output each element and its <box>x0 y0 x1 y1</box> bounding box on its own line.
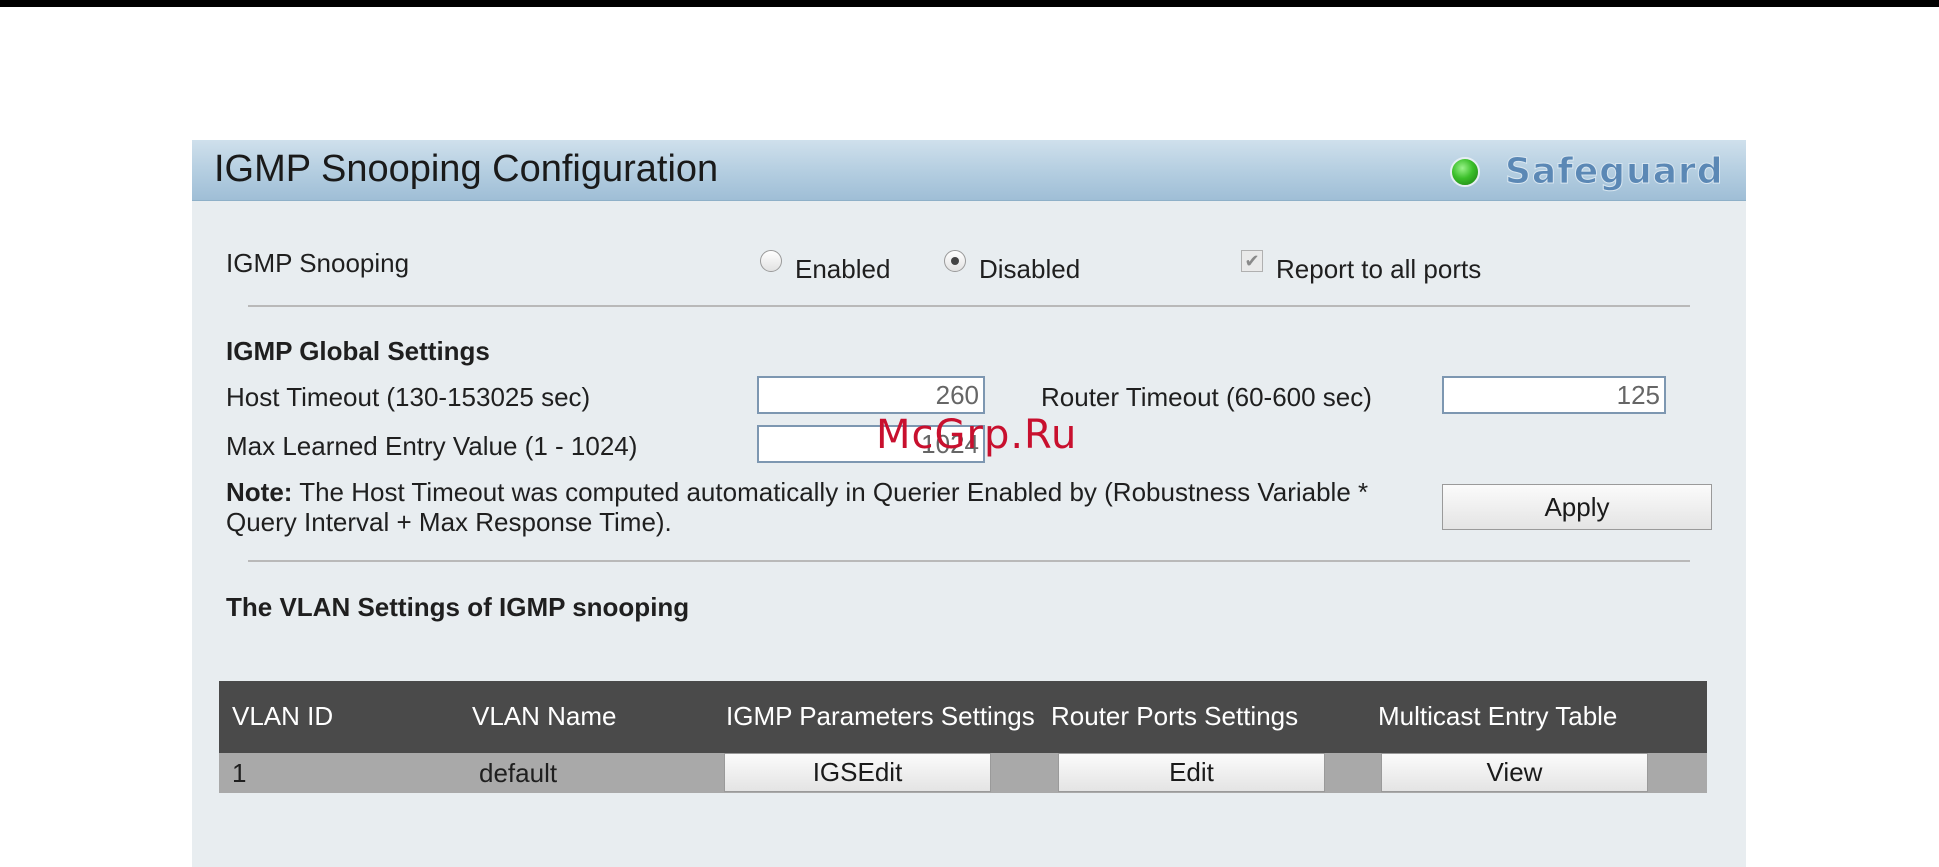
enabled-label: Enabled <box>795 254 891 284</box>
divider <box>248 560 1690 562</box>
router-timeout-label: Router Timeout (60-600 sec) <box>1041 382 1372 412</box>
page-title: IGMP Snooping Configuration <box>214 148 719 190</box>
table-header: VLAN ID VLAN Name IGMP Parameters Settin… <box>219 681 1707 753</box>
title-bar: IGMP Snooping Configuration Safeguard <box>192 140 1746 201</box>
safeguard-label: Safeguard <box>1505 151 1724 193</box>
note-line-1: The Host Timeout was computed automatica… <box>292 477 1369 507</box>
note-prefix: Note: <box>226 477 293 507</box>
max-learned-entry-label: Max Learned Entry Value (1 - 1024) <box>226 431 638 461</box>
table-row: 1 default IGSEdit Edit View <box>219 753 1707 793</box>
igmp-snooping-label: IGMP Snooping <box>226 248 410 278</box>
vlan-name-cell: default <box>479 758 558 788</box>
host-timeout-input[interactable] <box>757 376 985 414</box>
note-line-2: Query Interval + Max Response Time). <box>226 507 672 537</box>
column-header-multicast-entry: Multicast Entry Table <box>1378 701 1618 731</box>
igmp-config-panel: IGMP Snooping Configuration Safeguard IG… <box>192 140 1746 867</box>
global-settings-heading: IGMP Global Settings <box>226 336 490 366</box>
igs-edit-button[interactable]: IGSEdit <box>724 753 991 792</box>
host-timeout-label: Host Timeout (130-153025 sec) <box>226 382 591 412</box>
safeguard-status-icon <box>1450 157 1480 187</box>
igmp-snooping-enabled-radio[interactable] <box>760 250 782 272</box>
vlan-id-cell: 1 <box>232 758 247 788</box>
host-timeout-note: Note: The Host Timeout was computed auto… <box>226 477 1368 508</box>
divider <box>248 305 1690 307</box>
watermark-text: McGrp.Ru <box>876 412 1078 458</box>
multicast-entry-view-button[interactable]: View <box>1381 753 1648 792</box>
report-to-all-ports-label: Report to all ports <box>1276 254 1482 284</box>
top-border <box>0 0 1939 7</box>
vlan-settings-heading: The VLAN Settings of IGMP snooping <box>226 592 690 622</box>
apply-button[interactable]: Apply <box>1442 484 1712 530</box>
igmp-snooping-disabled-radio[interactable] <box>944 250 966 272</box>
column-header-vlan-id: VLAN ID <box>232 701 334 731</box>
column-header-igmp-parameters: IGMP Parameters Settings <box>726 701 1035 731</box>
column-header-vlan-name: VLAN Name <box>472 701 617 731</box>
report-to-all-ports-checkbox[interactable]: ✔ <box>1241 250 1263 272</box>
router-ports-edit-button[interactable]: Edit <box>1058 753 1325 792</box>
column-header-router-ports: Router Ports Settings <box>1051 701 1299 731</box>
router-timeout-input[interactable] <box>1442 376 1666 414</box>
disabled-label: Disabled <box>979 254 1081 284</box>
